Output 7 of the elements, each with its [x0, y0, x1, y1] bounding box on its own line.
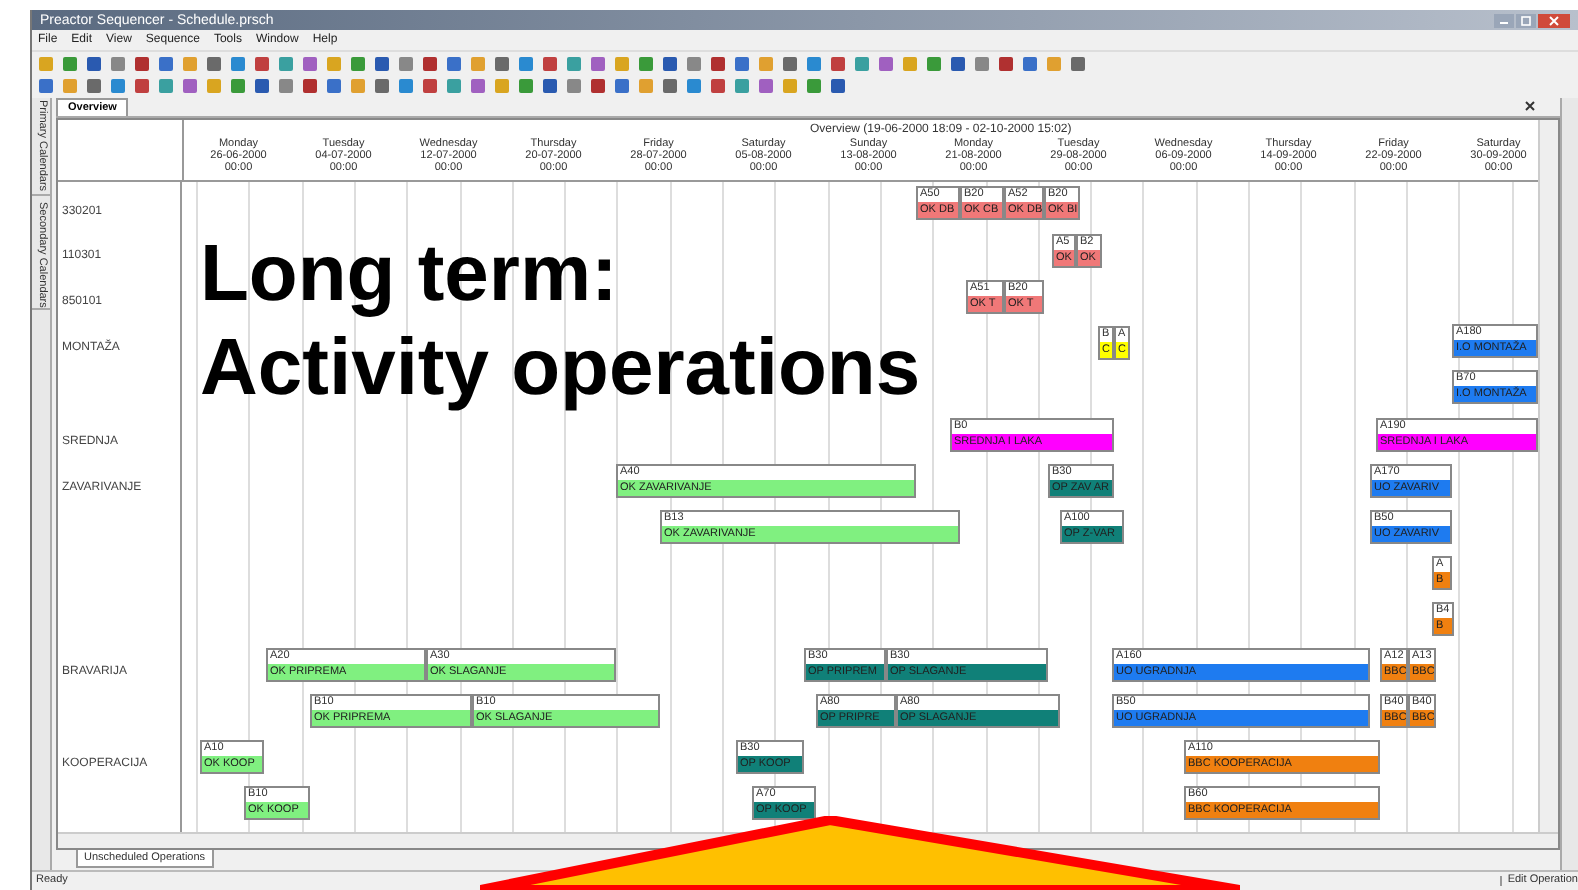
side-panel-strip[interactable] — [1560, 98, 1578, 870]
slide-heading: Activity operations — [200, 322, 921, 416]
vertical-scrollbar[interactable] — [1538, 120, 1558, 832]
slide-heading: Long term: — [200, 228, 620, 322]
minimize-icon[interactable] — [1494, 13, 1514, 27]
close-icon[interactable] — [1524, 100, 1536, 112]
maximize-icon[interactable] — [1516, 13, 1536, 27]
